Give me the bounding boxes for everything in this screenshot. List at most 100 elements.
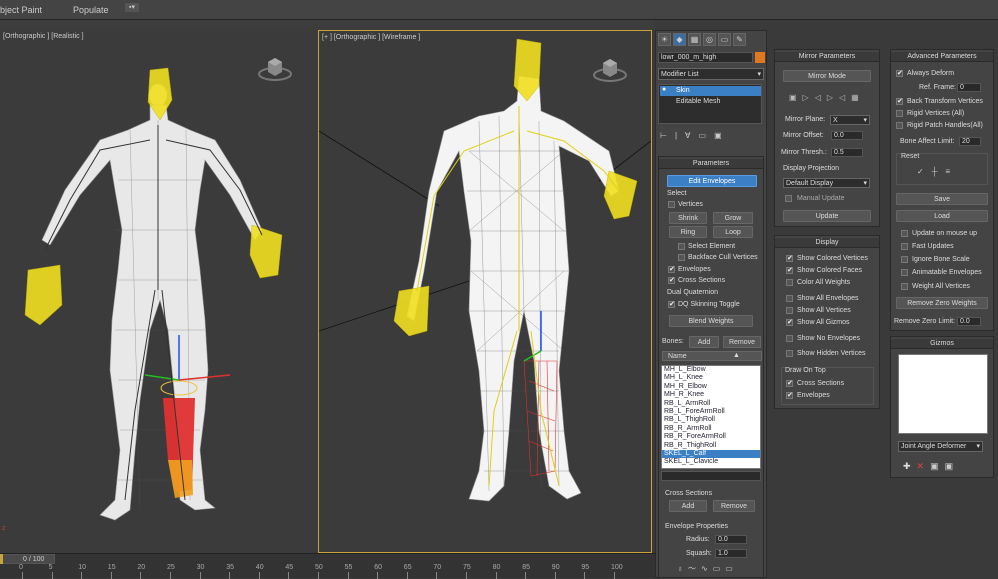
cs-remove-button[interactable]: Remove — [713, 500, 755, 512]
motion-tab-icon[interactable]: ◎ — [703, 33, 716, 46]
mirror-plane-dropdown[interactable]: X — [830, 115, 870, 125]
dq-toggle-checkbox[interactable] — [668, 300, 675, 308]
squash-input[interactable]: 1.0 — [715, 549, 747, 558]
mirror-thresh-input[interactable]: 0.5 — [831, 148, 863, 157]
show-no-envelopes-checkbox[interactable] — [786, 335, 793, 342]
show-colored-faces-checkbox[interactable] — [786, 266, 793, 274]
time-slider[interactable]: 0 / 100 — [0, 554, 55, 564]
show-hidden-vertices-checkbox[interactable] — [786, 350, 793, 357]
show-all-vertices-checkbox[interactable] — [786, 307, 793, 314]
hierarchy-tab-icon[interactable]: ▦ — [688, 33, 701, 46]
stack-item-skin[interactable]: Skin — [660, 86, 761, 96]
bone-item[interactable]: RB_R_ArmRoll — [662, 425, 760, 433]
mirror-title[interactable]: Mirror Parameters — [775, 52, 879, 62]
menu-object-paint[interactable]: bject Paint — [0, 5, 42, 15]
display-title[interactable]: Display — [775, 238, 879, 248]
bone-item[interactable]: MH_L_Knee — [662, 374, 760, 382]
menu-dropdown-icon[interactable]: ▪▾ — [125, 3, 139, 12]
show-all-envelopes-checkbox[interactable] — [786, 295, 793, 302]
bone-item[interactable]: RB_R_ForeArmRoll — [662, 433, 760, 441]
object-name-field[interactable]: lowr_000_m_high — [658, 52, 753, 63]
bone-item[interactable]: SKEL_L_Clavicle — [662, 458, 760, 466]
reset-tools-icons[interactable]: ✓┼≡ — [917, 167, 958, 176]
always-deform-checkbox[interactable] — [896, 69, 903, 77]
create-tab-icon[interactable]: ☀ — [658, 33, 671, 46]
display-tab-icon[interactable]: ▭ — [718, 33, 731, 46]
color-all-weights-checkbox[interactable] — [786, 279, 793, 286]
bone-item[interactable]: MH_L_Elbow — [662, 366, 760, 374]
advanced-title[interactable]: Advanced Parameters — [891, 52, 993, 62]
edit-envelopes-button[interactable]: Edit Envelopes — [667, 175, 757, 187]
ref-frame-input[interactable]: 0 — [957, 83, 981, 92]
bone-affect-input[interactable]: 20 — [959, 137, 981, 146]
ring-button[interactable]: Ring — [669, 226, 707, 238]
time-slider-handle[interactable] — [0, 554, 3, 564]
gizmo-type-dropdown[interactable]: Joint Angle Deformer — [898, 441, 983, 452]
modify-tab-icon[interactable]: ◆ — [673, 33, 686, 46]
animatable-envelopes-checkbox[interactable] — [901, 269, 908, 276]
update-button[interactable]: Update — [783, 210, 871, 222]
back-transform-checkbox[interactable] — [896, 97, 903, 105]
bone-item-selected[interactable]: SKEL_L_Calf — [662, 449, 760, 459]
ignore-bone-scale-checkbox[interactable] — [901, 256, 908, 263]
backface-cull-checkbox[interactable] — [678, 254, 685, 261]
remove-bone-button[interactable]: Remove — [723, 336, 761, 348]
projection-dropdown[interactable]: Default Display — [783, 178, 870, 188]
bone-item[interactable]: RB_R_ThighRoll — [662, 442, 760, 450]
viewport-right[interactable]: [+ ] [Orthographic ] [Wireframe ] — [318, 30, 652, 553]
shrink-button[interactable]: Shrink — [669, 212, 707, 224]
sort-arrow-icon[interactable]: ▲ — [733, 352, 740, 359]
gizmos-title[interactable]: Gizmos — [891, 339, 993, 349]
bulb-icon[interactable]: ● — [662, 86, 666, 93]
modifier-list-dropdown[interactable]: Modifier List — [658, 68, 764, 80]
dot-cross-sections-checkbox[interactable] — [786, 379, 793, 387]
save-button[interactable]: Save — [896, 193, 988, 205]
cs-add-button[interactable]: Add — [669, 500, 707, 512]
fast-updates-checkbox[interactable] — [901, 243, 908, 250]
viewport-left[interactable]: [Orthographic ] [Realistic ] z — [0, 30, 318, 553]
bone-scroll-field[interactable] — [661, 471, 761, 481]
cross-sections-checkbox[interactable] — [668, 276, 675, 284]
gizmo-tools-icons[interactable]: ✚✕▣▣ — [903, 461, 959, 472]
envelopes-checkbox[interactable] — [668, 265, 675, 273]
show-colored-vertices-checkbox[interactable] — [786, 254, 793, 262]
bone-item[interactable]: MH_R_Elbow — [662, 383, 760, 391]
parameters-title[interactable]: Parameters — [659, 159, 763, 169]
mirror-offset-input[interactable]: 0.0 — [831, 131, 863, 140]
bone-list[interactable]: MH_L_Elbow MH_L_Knee MH_R_Elbow MH_R_Kne… — [661, 365, 761, 469]
utilities-tab-icon[interactable]: ✎ — [733, 33, 746, 46]
stack-tools-icons[interactable]: ⊢|∀▭▣ — [660, 131, 730, 140]
rigid-patch-checkbox[interactable] — [896, 122, 903, 129]
stack-item-editable-mesh[interactable]: Editable Mesh — [660, 97, 761, 107]
radius-input[interactable]: 0.0 — [715, 535, 747, 544]
bone-list-header[interactable]: Name ▲ — [662, 351, 762, 361]
select-element-checkbox[interactable] — [678, 243, 685, 250]
mirror-tools-icons[interactable]: ▣▷◁▷◁▦ — [789, 93, 865, 102]
timeline[interactable]: 0 / 100 0 5 10 15 20 25 30 35 40 45 50 55 60 65 70 75 80… — [0, 553, 655, 579]
load-button[interactable]: Load — [896, 210, 988, 222]
rigid-vertices-checkbox[interactable] — [896, 110, 903, 117]
vertices-checkbox[interactable] — [668, 201, 675, 208]
add-bone-button[interactable]: Add — [689, 336, 719, 348]
envelope-tools-icons[interactable]: ♁〜∿▭▭ — [677, 563, 738, 574]
update-on-mouse-checkbox[interactable] — [901, 230, 908, 237]
bone-item[interactable]: RB_L_ThighRoll — [662, 416, 760, 424]
ref-frame-label: Ref. Frame: — [919, 84, 956, 91]
show-all-gizmos-checkbox[interactable] — [786, 318, 793, 326]
bone-item[interactable]: MH_R_Knee — [662, 391, 760, 399]
mirror-mode-button[interactable]: Mirror Mode — [783, 70, 871, 82]
name-column-header[interactable]: Name — [668, 353, 687, 360]
blend-weights-button[interactable]: Blend Weights — [669, 315, 753, 327]
gizmo-list[interactable] — [898, 354, 988, 434]
loop-button[interactable]: Loop — [713, 226, 753, 238]
grow-button[interactable]: Grow — [713, 212, 753, 224]
bone-item[interactable]: RB_L_ForeArmRoll — [662, 408, 760, 416]
object-color-swatch[interactable] — [755, 52, 765, 63]
remove-zero-weights-button[interactable]: Remove Zero Weights — [896, 297, 988, 309]
remove-zero-limit-input[interactable]: 0.0 — [957, 317, 981, 326]
menu-populate[interactable]: Populate — [73, 5, 109, 15]
bone-item[interactable]: RB_L_ArmRoll — [662, 400, 760, 408]
weight-all-vertices-checkbox[interactable] — [901, 283, 908, 290]
dot-envelopes-checkbox[interactable] — [786, 391, 793, 399]
manual-update-checkbox[interactable] — [785, 195, 792, 202]
